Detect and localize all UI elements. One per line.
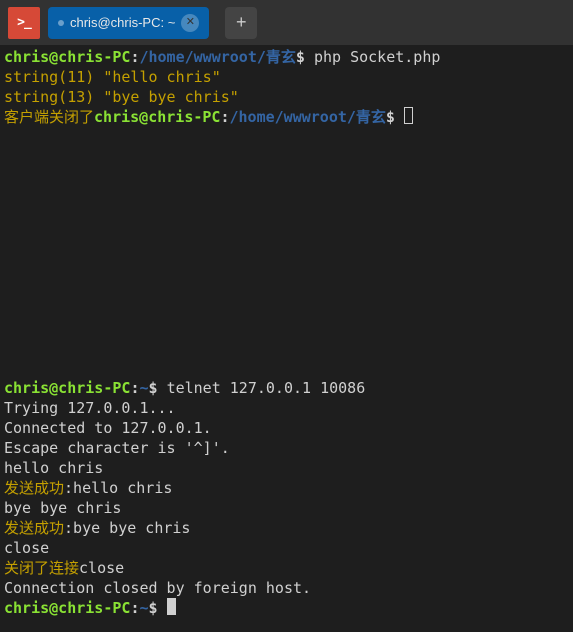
- prompt-path: /home/wwwroot/青玄: [139, 48, 295, 66]
- terminal-tab[interactable]: chris@chris-PC: ~ ✕: [48, 7, 209, 39]
- tab-close-button[interactable]: ✕: [181, 14, 199, 32]
- command-text: php Socket.php: [314, 48, 440, 66]
- output-line: Trying 127.0.0.1...: [4, 398, 569, 418]
- prompt-path: ~: [139, 599, 148, 617]
- terminal-pane-top[interactable]: chris@chris-PC:/home/wwwroot/青玄$ php Soc…: [0, 45, 573, 370]
- terminal-pane-bottom[interactable]: chris@chris-PC:~$ telnet 127.0.0.1 10086…: [0, 370, 573, 632]
- title-bar: >_ chris@chris-PC: ~ ✕ +: [0, 0, 573, 45]
- output-line: string(11) "hello chris": [4, 67, 569, 87]
- output-line: :hello chris: [64, 479, 172, 497]
- prompt-user: chris@chris-PC: [4, 48, 130, 66]
- output-line: Escape character is '^]'.: [4, 438, 569, 458]
- output-line: close: [4, 538, 569, 558]
- output-line: :bye bye chris: [64, 519, 190, 537]
- new-tab-button[interactable]: +: [225, 7, 257, 39]
- output-line: close: [79, 559, 124, 577]
- output-line: bye bye chris: [4, 498, 569, 518]
- prompt-user: chris@chris-PC: [4, 599, 130, 617]
- prompt-path: ~: [139, 379, 148, 397]
- prompt-dollar: $: [149, 379, 167, 397]
- output-line: 客户端关闭了: [4, 108, 94, 126]
- prompt-dollar: $: [296, 48, 314, 66]
- prompt-user: chris@chris-PC: [94, 108, 220, 126]
- output-line: 发送成功: [4, 479, 64, 497]
- tab-title: chris@chris-PC: ~: [70, 15, 175, 30]
- prompt-dollar: $: [149, 599, 167, 617]
- cursor-icon: [404, 107, 413, 124]
- prompt-user: chris@chris-PC: [4, 379, 130, 397]
- output-line: 发送成功: [4, 519, 64, 537]
- command-text: telnet 127.0.0.1 10086: [167, 379, 366, 397]
- cursor-icon: [167, 598, 176, 615]
- output-line: 关闭了连接: [4, 559, 79, 577]
- terminal-icon-glyph: >_: [17, 15, 31, 30]
- tab-indicator-dot: [58, 20, 64, 26]
- output-line: Connection closed by foreign host.: [4, 578, 569, 598]
- terminal-app-icon[interactable]: >_: [8, 7, 40, 39]
- prompt-dollar: $: [386, 108, 404, 126]
- prompt-path: /home/wwwroot/青玄: [229, 108, 385, 126]
- output-line: string(13) "bye bye chris": [4, 87, 569, 107]
- output-line: Connected to 127.0.0.1.: [4, 418, 569, 438]
- output-line: hello chris: [4, 458, 569, 478]
